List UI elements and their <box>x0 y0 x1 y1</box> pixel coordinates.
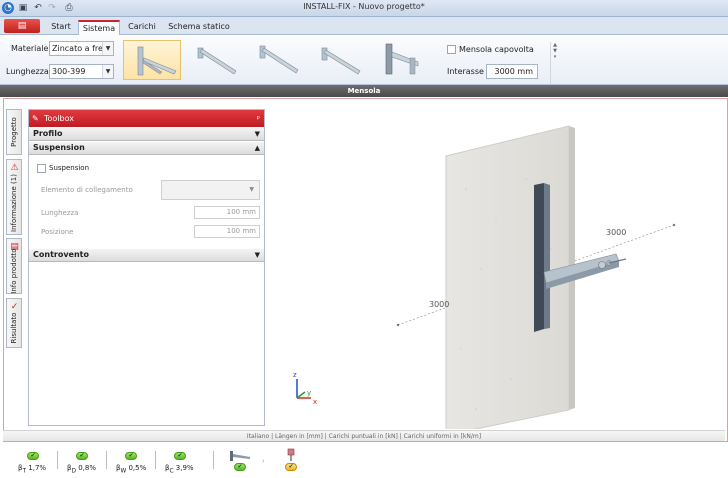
side-tab-info-prodotto[interactable]: ▤ Info prodotto <box>6 238 22 294</box>
side-tab-informazione[interactable]: ⚠ Informazione (1) <box>6 159 22 235</box>
chevron-up-icon: ▲ <box>254 144 260 152</box>
ok-badge-icon: ✔ <box>27 452 39 460</box>
bracket-option-3[interactable] <box>248 40 306 80</box>
dimension-label-left: 3000 <box>429 300 449 309</box>
elemento-label: Elemento di collegamento <box>41 186 133 194</box>
interasse-label: Interasse <box>447 67 484 76</box>
result-beta-c[interactable]: βC 3,9% <box>165 464 194 474</box>
side-tab-label: Informazione (1) <box>10 173 18 232</box>
channel-vertical-side <box>544 183 550 329</box>
separator <box>155 451 156 469</box>
chevron-down-icon: ▼ <box>254 130 260 138</box>
ribbon-panel: Materiale Zincato a fredd ▼ Lunghezza 30… <box>0 35 728 85</box>
ribbon-section-label: Mensola <box>0 85 728 97</box>
bracket-option-5[interactable] <box>372 40 430 80</box>
dimension-label-right: 3000 <box>606 228 626 237</box>
axis-x-label: x <box>313 398 317 406</box>
lunghezza-label: Lunghezza <box>6 67 49 76</box>
suspension-checkbox[interactable] <box>37 164 46 173</box>
window-title: INSTALL-FIX - Nuovo progetto* <box>303 2 425 11</box>
gallery-scrollbar[interactable]: ▲ ▼ ▾ <box>550 42 559 84</box>
side-tab-progetto[interactable]: Progetto <box>6 109 22 155</box>
side-tab-label: Progetto <box>10 117 18 147</box>
tab-start[interactable]: Start <box>48 20 74 35</box>
posizione-field[interactable]: 100 mm <box>194 225 260 238</box>
group-label: Suspension <box>33 143 85 152</box>
bracket-gallery: ▲ ▼ ▾ <box>120 38 557 84</box>
bracket-icon <box>385 43 419 75</box>
group-profilo[interactable]: Profilo ▼ <box>29 128 264 141</box>
result-beta-w[interactable]: βW 0,5% <box>116 464 146 474</box>
mensola-capovolta-label: Mensola capovolta <box>459 45 534 54</box>
tab-sistema[interactable]: Sistema <box>78 20 120 35</box>
toolbox-panel: ✎ Toolbox ᵖ Profilo ▼ Suspension ▲ Suspe… <box>28 109 265 426</box>
warning-badge-icon: ✔ <box>285 463 297 471</box>
pin-icon[interactable]: ᵖ <box>257 110 260 127</box>
channel-vertical <box>534 183 544 332</box>
bracket-result-icon[interactable] <box>228 449 252 463</box>
units-status-line: Italiano | Längen in [mm] | Carichi punt… <box>3 430 725 441</box>
bracket-option-1[interactable] <box>123 40 181 80</box>
bracket-icon <box>321 47 361 75</box>
ok-badge-icon: ✔ <box>125 452 137 460</box>
check-circle-icon: ✓ <box>10 302 19 312</box>
bracket-icon <box>137 46 177 76</box>
application-menu-button[interactable]: ▤ <box>4 19 40 33</box>
warning-icon: ⚠ <box>10 163 19 173</box>
toolbox-header: ✎ Toolbox ᵖ <box>29 110 264 127</box>
bracket-option-4[interactable] <box>310 40 368 80</box>
side-tab-risultato[interactable]: ✓ Risultato <box>6 298 22 348</box>
side-tab-label: Info prodotto <box>10 248 18 295</box>
axis-z-label: z <box>293 371 297 379</box>
lunghezza-combo[interactable]: 300-399 ▼ <box>49 64 114 79</box>
group-suspension[interactable]: Suspension ▲ <box>29 142 264 155</box>
toolbox-title: Toolbox <box>44 114 74 123</box>
wrench-icon: ✎ <box>32 114 39 123</box>
bolt-icon <box>598 261 606 269</box>
chevron-right-icon: › <box>262 457 265 465</box>
tab-carichi[interactable]: Carichi <box>126 20 158 35</box>
bracket-option-2[interactable] <box>186 40 244 80</box>
ok-badge-icon: ✔ <box>174 452 186 460</box>
materiale-label: Materiale <box>11 44 49 53</box>
ok-badge-icon: ✔ <box>234 463 246 471</box>
chevron-down-icon: ▼ <box>102 65 113 78</box>
posizione-label: Posizione <box>41 228 74 236</box>
group-controvento[interactable]: Controvento ▼ <box>29 249 264 262</box>
side-tab-label: Risultato <box>10 312 18 344</box>
ok-badge-icon: ✔ <box>76 452 88 460</box>
group-label: Controvento <box>33 250 89 259</box>
axis-triad: z y x <box>293 371 317 406</box>
separator <box>106 451 107 469</box>
elemento-combo[interactable]: ▼ <box>161 180 260 200</box>
suspension-checkbox-label: Suspension <box>49 164 90 172</box>
chevron-down-icon: ▼ <box>102 42 113 55</box>
tab-schema-statico[interactable]: Schema statico <box>168 20 230 35</box>
result-beta-t[interactable]: βT 1,7% <box>18 464 46 474</box>
suspension-lunghezza-field[interactable]: 100 mm <box>194 206 260 219</box>
axis-y-label: y <box>307 389 311 397</box>
materiale-combo[interactable]: Zincato a fredd ▼ <box>49 41 114 56</box>
suspension-lunghezza-label: Lunghezza <box>41 209 79 217</box>
chevron-down-icon: ▼ <box>254 251 260 259</box>
bracket-icon <box>259 45 299 74</box>
ribbon-tab-bar: ▤ Start Sistema Carichi Schema statico <box>0 17 728 35</box>
lunghezza-value: 300-399 <box>52 67 86 76</box>
result-beta-d[interactable]: βD 0,8% <box>67 464 96 474</box>
group-label: Profilo <box>33 129 63 138</box>
interasse-field[interactable]: 3000 mm <box>486 64 538 79</box>
results-bar: ✔ βT 1,7% ✔ βD 0,8% ✔ βW 0,5% ✔ βC 3,9% … <box>0 443 728 478</box>
bracket-icon <box>197 47 237 75</box>
anchor-result-icon[interactable] <box>284 448 298 462</box>
separator <box>213 451 214 469</box>
mensola-capovolta-checkbox[interactable] <box>447 45 456 54</box>
chevron-down-icon: ▼ <box>249 186 254 193</box>
3d-viewport[interactable]: 3000 3000 z y x <box>266 99 726 429</box>
title-bar: ◔ ▣ ↶ ↷ ⎙ INSTALL-FIX - Nuovo progetto* <box>0 0 728 17</box>
separator <box>57 451 58 469</box>
